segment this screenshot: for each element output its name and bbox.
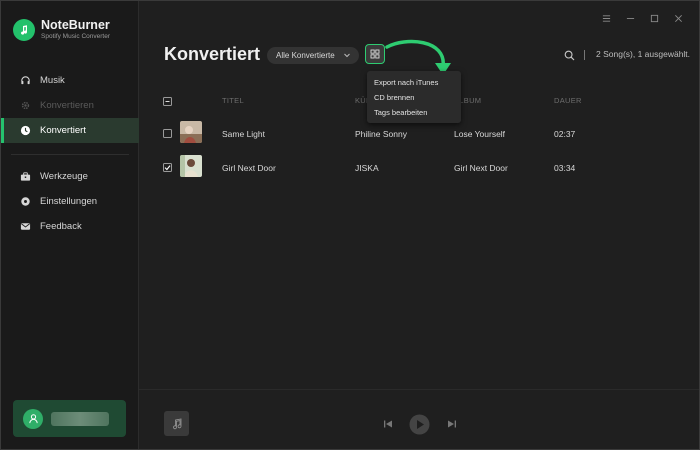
more-options-button[interactable] (365, 44, 385, 64)
brand: NoteBurner Spotify Music Converter (13, 15, 110, 45)
noteburner-logo-icon (13, 19, 35, 41)
menu-item-cd-burn[interactable]: CD brennen (367, 90, 461, 105)
window-controls (599, 11, 685, 25)
header-divider (584, 50, 585, 60)
options-menu: Export nach iTunes CD brennen Tags bearb… (367, 71, 461, 123)
album-art (180, 155, 202, 177)
grid-icon (370, 49, 380, 59)
filter-dropdown[interactable]: Alle Konvertierte (267, 47, 359, 64)
maximize-icon[interactable] (647, 11, 661, 25)
music-note-icon (172, 418, 181, 429)
toolbox-icon (19, 171, 31, 183)
nav-bottom: Werkzeuge Einstellungen Feedback (1, 164, 139, 239)
menu-icon[interactable] (599, 11, 613, 25)
column-duration[interactable]: DAUER (554, 96, 582, 105)
menu-item-export-itunes[interactable]: Export nach iTunes (367, 75, 461, 90)
column-title[interactable]: TITEL (222, 96, 244, 105)
user-account[interactable] (13, 400, 126, 437)
minimize-icon[interactable] (623, 11, 637, 25)
gear-icon (19, 100, 31, 112)
table-row[interactable]: Girl Next Door JISKA Girl Next Door 03:3… (161, 151, 686, 185)
song-artist: Philine Sonny (355, 129, 407, 139)
player-divider (139, 389, 699, 390)
row-checkbox[interactable] (163, 129, 172, 138)
headphones-icon (19, 75, 31, 87)
app-window: NoteBurner Spotify Music Converter Musik… (0, 0, 700, 450)
sidebar-item-musik[interactable]: Musik (1, 68, 139, 93)
previous-track-icon[interactable] (383, 419, 393, 429)
sidebar-item-einstellungen[interactable]: Einstellungen (1, 189, 139, 214)
chevron-down-icon (344, 53, 350, 58)
settings-icon (19, 196, 31, 208)
filter-label: Alle Konvertierte (276, 51, 335, 60)
select-all-checkbox[interactable] (163, 97, 172, 106)
sidebar-item-label: Konvertiert (40, 125, 86, 136)
page-title: Konvertiert (164, 44, 261, 64)
user-icon (28, 414, 38, 424)
song-title: Same Light (222, 129, 265, 139)
sidebar-divider (11, 154, 129, 155)
song-album: Girl Next Door (454, 163, 508, 173)
sidebar: NoteBurner Spotify Music Converter Musik… (1, 1, 139, 449)
play-button[interactable] (409, 414, 430, 435)
row-checkbox[interactable] (163, 163, 172, 172)
sidebar-item-werkzeuge[interactable]: Werkzeuge (1, 164, 139, 189)
sidebar-item-label: Werkzeuge (40, 171, 88, 182)
sidebar-item-konvertiert[interactable]: Konvertiert (1, 118, 139, 143)
search-icon[interactable] (564, 50, 575, 61)
sidebar-item-konvertieren[interactable]: Konvertieren (1, 93, 139, 118)
menu-item-edit-tags[interactable]: Tags bearbeiten (367, 105, 461, 120)
avatar (23, 408, 43, 429)
blurred-username (51, 411, 109, 426)
sidebar-item-feedback[interactable]: Feedback (1, 214, 139, 239)
mail-icon (19, 221, 31, 233)
player-artwork (164, 411, 189, 436)
clock-icon (19, 125, 31, 137)
next-track-icon[interactable] (447, 419, 457, 429)
song-album: Lose Yourself (454, 129, 506, 139)
sidebar-item-label: Feedback (40, 221, 82, 232)
sidebar-item-label: Musik (40, 75, 65, 86)
song-duration: 02:37 (554, 129, 576, 139)
song-duration: 03:34 (554, 163, 576, 173)
app-name: NoteBurner (41, 18, 110, 32)
song-title: Girl Next Door (222, 163, 276, 173)
app-subtitle: Spotify Music Converter (41, 33, 110, 40)
song-artist: JISKA (355, 163, 379, 173)
album-art (180, 121, 202, 143)
nav-top: Musik Konvertieren Konvertiert (1, 68, 139, 143)
checkmark-icon (164, 165, 171, 171)
sidebar-item-label: Konvertieren (40, 100, 94, 111)
sidebar-item-label: Einstellungen (40, 196, 98, 207)
selection-count: 2 Song(s), 1 ausgewählt. (596, 49, 691, 59)
close-icon[interactable] (671, 11, 685, 25)
